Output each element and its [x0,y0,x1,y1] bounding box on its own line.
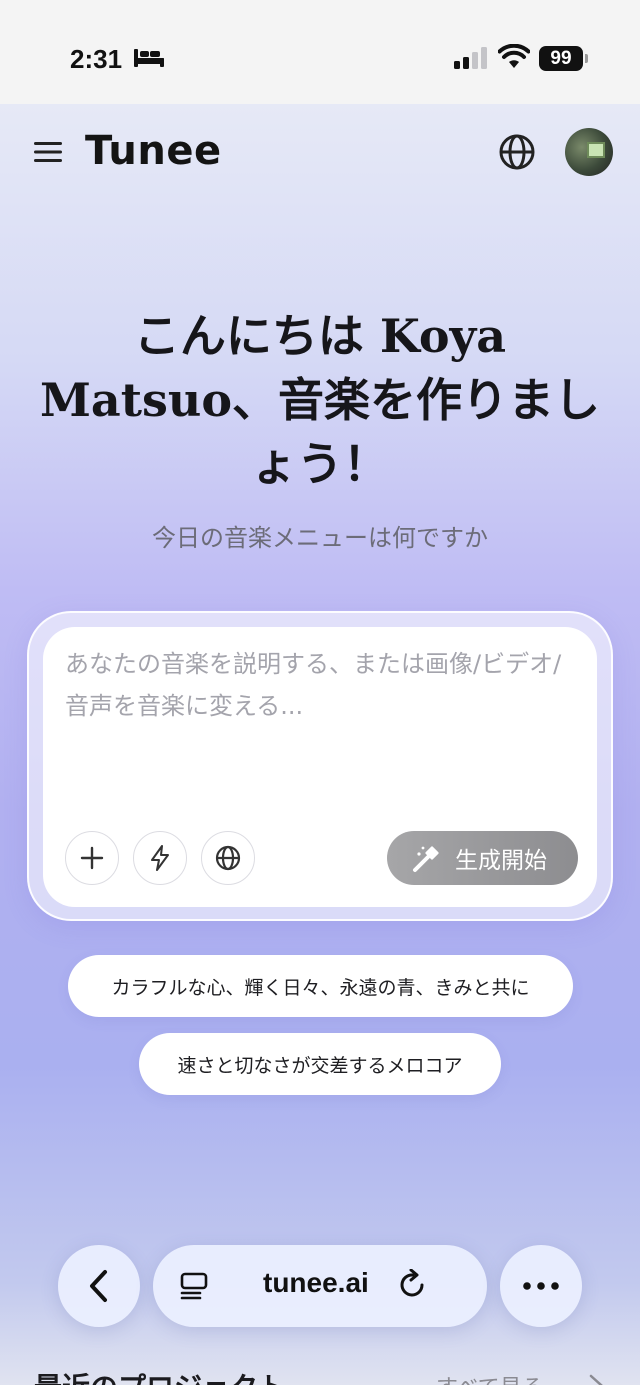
menu-icon[interactable] [34,140,62,164]
see-all-link[interactable]: すべて見る [436,1370,544,1385]
more-button[interactable] [500,1245,582,1327]
status-time: 2:31 [70,44,123,74]
magic-wand-icon [413,846,439,872]
generate-label: 生成開始 [455,848,547,874]
globe-icon [215,845,241,871]
back-button[interactable] [58,1245,140,1327]
suggestion-text: 速さと切なさが交差するメロコア [177,1054,463,1077]
battery-tip [585,54,588,63]
suggestion-chip[interactable]: カラフルな心、輝く日々、永遠の青、きみと共に [68,955,573,1017]
prompt-input[interactable] [65,643,580,753]
add-attachment-button[interactable] [65,831,119,885]
page-subtitle: 今日の音楽メニューは何ですか [152,524,488,552]
reload-icon[interactable] [397,1269,429,1301]
chevron-right-icon[interactable] [588,1374,604,1385]
recent-projects-title: 最近のプロジェクト [34,1366,286,1385]
generate-button[interactable]: 生成開始 [387,831,578,885]
signal-icon [454,47,487,69]
globe-icon[interactable] [498,133,536,171]
web-search-button[interactable] [201,831,255,885]
prompt-box: 生成開始 [43,627,597,907]
battery-icon: 99 [539,46,588,71]
avatar[interactable] [565,128,613,176]
more-icon [523,1282,559,1290]
suggestion-chip[interactable]: 速さと切なさが交差するメロコア [139,1033,501,1095]
status-bar: 2:31 99 [0,0,640,104]
wifi-icon [498,44,530,68]
lightning-icon [151,845,169,871]
app-viewport: Tunee こんにちは Koya Matsuo、音楽を作りましょう！ 今日の音楽… [0,104,640,1385]
address-bar[interactable]: tunee.ai [153,1245,487,1327]
page-title: こんにちは Koya Matsuo、音楽を作りましょう！ [40,309,600,491]
quick-mode-button[interactable] [133,831,187,885]
battery-level: 99 [539,46,583,71]
back-icon [90,1270,107,1302]
tabs-icon[interactable] [179,1271,209,1301]
plus-icon [80,846,104,870]
prompt-card: 生成開始 [27,611,613,921]
suggestion-text: カラフルな心、輝く日々、永遠の青、きみと共に [111,976,530,999]
bed-icon [134,49,164,67]
brand-logo[interactable]: Tunee [85,128,222,174]
url-text[interactable]: tunee.ai [263,1267,369,1299]
